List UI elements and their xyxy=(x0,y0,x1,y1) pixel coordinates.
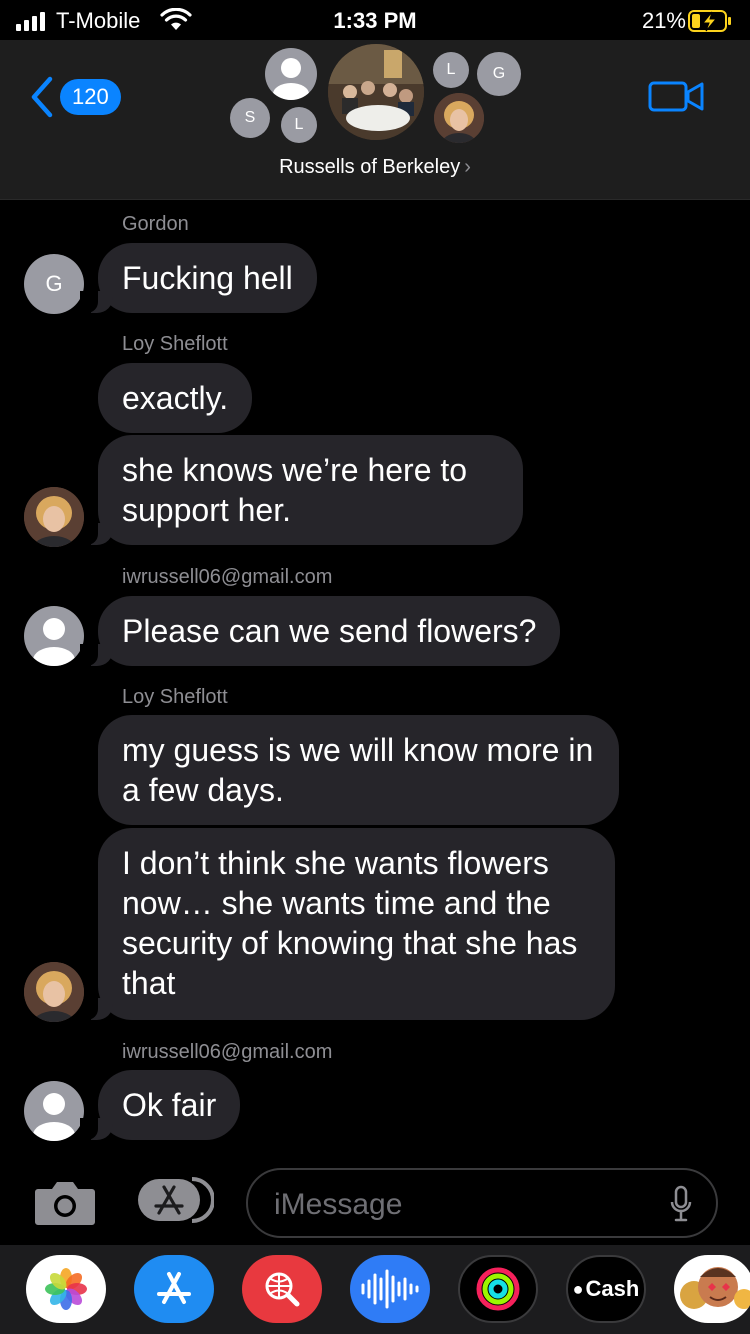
activity-rings-icon xyxy=(476,1267,520,1311)
participant-avatar-photo xyxy=(434,93,484,143)
sender-avatar[interactable] xyxy=(24,1081,84,1141)
camera-button[interactable] xyxy=(34,1177,96,1227)
person-silhouette-icon xyxy=(33,618,75,666)
participant-avatar-l: L xyxy=(433,52,469,88)
message-input[interactable]: iMessage xyxy=(246,1168,718,1238)
apple-cash-app-icon[interactable]: ● Cash xyxy=(566,1255,646,1323)
microphone-icon[interactable] xyxy=(670,1185,692,1223)
sender-name: iwrussell06@gmail.com xyxy=(122,566,333,588)
sender-name: Loy Sheflott xyxy=(122,333,228,355)
avatar-initial: L xyxy=(294,116,304,133)
portrait-photo xyxy=(24,962,84,1022)
avatar-initial: L xyxy=(446,61,456,78)
sender-avatar[interactable] xyxy=(24,487,84,547)
message-input-placeholder: iMessage xyxy=(274,1188,403,1221)
message-bubble[interactable]: Fucking hell xyxy=(80,243,317,313)
apple-logo-icon: ● xyxy=(572,1278,584,1299)
participant-avatar-l: L xyxy=(281,107,317,143)
battery-charging-icon xyxy=(688,10,731,32)
status-bar: T-Mobile 1:33 PM 21% xyxy=(0,0,750,40)
waveform-icon xyxy=(361,1269,419,1309)
fitness-activity-app-icon[interactable] xyxy=(458,1255,538,1323)
app-store-a-icon xyxy=(157,1272,191,1304)
avatar-initial: S xyxy=(244,109,256,126)
photos-flower-icon xyxy=(45,1268,87,1310)
message-bubble[interactable]: my guess is we will know more in a few d… xyxy=(98,715,619,825)
message-bubble[interactable]: Ok fair xyxy=(79,1070,241,1140)
message-thread: Gordon G Fucking hell Loy Sheflott exact… xyxy=(0,201,750,1163)
avatar-initial: G xyxy=(45,271,63,296)
back-button[interactable]: 120 xyxy=(30,76,121,118)
sender-name: Loy Sheflott xyxy=(122,686,228,708)
unread-count-badge: 120 xyxy=(60,79,121,115)
compose-bar: iMessage xyxy=(0,1163,750,1245)
sender-avatar[interactable]: G xyxy=(24,254,84,314)
battery-percentage: 21% xyxy=(641,8,686,33)
chevron-right-icon: › xyxy=(464,156,471,178)
participant-avatar-s: S xyxy=(230,98,270,138)
avatar-initial: G xyxy=(492,65,506,82)
group-photo xyxy=(328,44,424,140)
message-bubble[interactable]: I don’t think she wants flowers now… she… xyxy=(80,828,615,1020)
sender-avatar[interactable] xyxy=(24,606,84,666)
person-silhouette-icon xyxy=(33,1093,75,1141)
memoji-stickers-icon xyxy=(680,1267,750,1309)
message-bubble[interactable]: Please can we send flowers? xyxy=(79,596,561,666)
sender-name: iwrussell06@gmail.com xyxy=(122,1041,333,1063)
group-name-label: Russells of Berkeley xyxy=(279,156,461,178)
participant-avatar-g: G xyxy=(477,52,521,96)
group-dinner-photo xyxy=(328,44,424,140)
group-name[interactable]: Russells of Berkeley › xyxy=(0,156,750,179)
app-drawer: ● Cash xyxy=(0,1245,750,1334)
sender-name: Gordon xyxy=(122,213,189,235)
sender-avatar[interactable] xyxy=(24,962,84,1022)
memoji-app-icon[interactable] xyxy=(674,1255,750,1323)
participant-avatar xyxy=(265,48,317,100)
portrait-photo xyxy=(434,93,484,143)
web-image-search-app-icon[interactable] xyxy=(242,1255,322,1323)
globe-search-icon xyxy=(265,1272,300,1307)
person-silhouette-icon xyxy=(273,58,309,100)
cash-label: Cash xyxy=(585,1276,640,1301)
conversation-header: 120 S L L G Russells of Berkeley › xyxy=(0,40,750,200)
facetime-video-button[interactable] xyxy=(648,78,704,114)
app-store-app-icon[interactable] xyxy=(134,1255,214,1323)
photos-app-icon[interactable] xyxy=(26,1255,106,1323)
app-store-apps-button[interactable] xyxy=(136,1175,214,1225)
audio-message-app-icon[interactable] xyxy=(350,1255,430,1323)
portrait-photo xyxy=(24,487,84,547)
chevron-left-icon xyxy=(31,76,53,118)
status-time: 1:33 PM xyxy=(333,8,417,33)
message-bubble[interactable]: she knows we’re here to support her. xyxy=(80,435,523,545)
message-bubble[interactable]: exactly. xyxy=(98,363,253,433)
